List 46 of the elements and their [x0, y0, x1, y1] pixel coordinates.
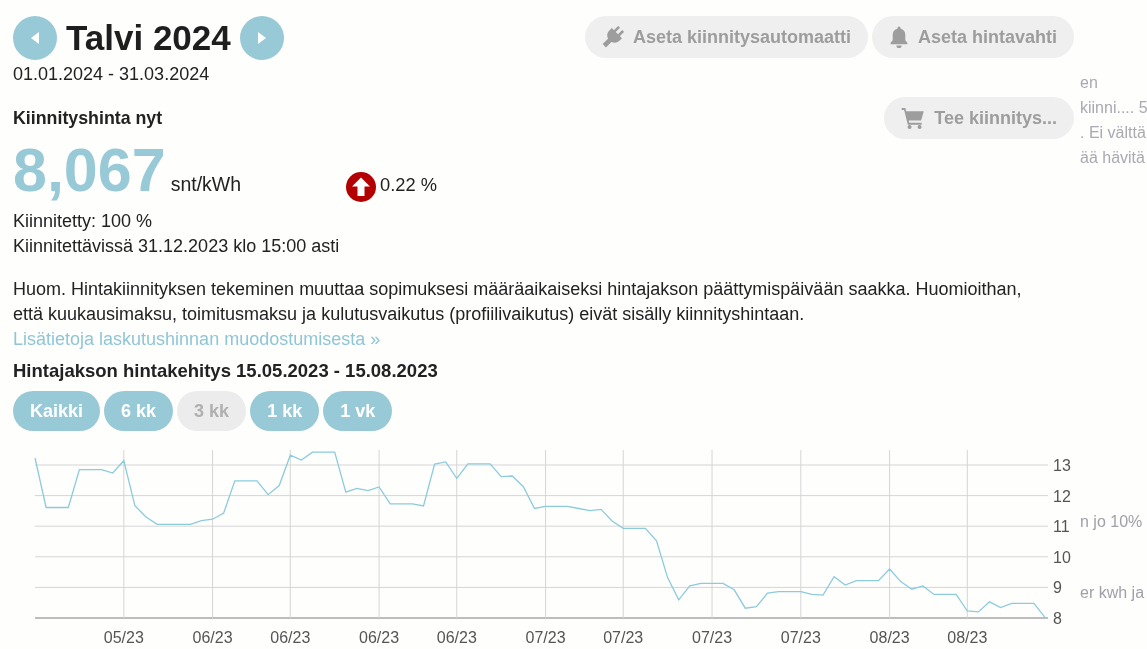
chart-title: Hintajakson hintakehitys 15.05.2023 - 15.08.2023 [13, 359, 439, 383]
range-tab[interactable]: 3 kk [177, 391, 247, 431]
axis-label: 08/23 [869, 629, 910, 646]
plug-icon [601, 26, 624, 48]
bell-icon [888, 26, 909, 48]
axis-label: 8 [1053, 610, 1062, 627]
axis-label: 13 [1053, 457, 1071, 474]
faded-text: n jo 10% [1080, 512, 1143, 532]
axis-label: 06/23 [270, 629, 311, 646]
axis-label: 06/23 [192, 629, 233, 646]
axis-label: 11 [1053, 518, 1070, 536]
axis-label: 07/23 [692, 629, 733, 646]
previous-button[interactable] [13, 16, 57, 60]
axis-label: 9 [1053, 579, 1062, 597]
caret-right-icon [257, 32, 266, 44]
faded-text: . Ei välttä [1080, 123, 1146, 143]
notice-text: Huom. Hintakiinnityksen tekeminen muuttaa sopimuksesi määräaikaiseksi hintajakson päättymispäivään saakka. Huomioithan, että kuukausimaksu, toimitusmaksu ja kulutusvaikutus (profiilivaikutus) eivät sisälly kiinnityshintaan. [13, 278, 1023, 326]
axis-label: 05/23 [103, 629, 144, 646]
section-heading: Kiinnityshinta nyt [13, 106, 163, 130]
price-unit: snt/kWh [170, 172, 242, 197]
fixed-share-text: Kiinnitetty: 100 % [13, 210, 154, 233]
axis-label: 07/23 [780, 629, 821, 646]
faded-text: ää hävitä [1080, 148, 1145, 168]
info-link[interactable]: Lisätietoja laskutushinnan muodostumisesta » [13, 329, 381, 349]
faded-text: er kwh ja [1080, 583, 1145, 603]
axis-label: 10 [1053, 548, 1071, 566]
axis-label: 12 [1053, 487, 1071, 505]
date-range: 01.01.2024 - 31.03.2024 [13, 64, 211, 84]
faded-text: en [1080, 73, 1098, 93]
page-title: Talvi 2024 [66, 17, 231, 59]
axis-label: 08/23 [947, 629, 988, 646]
axis-label: 06/23 [359, 629, 400, 646]
axis-label: 06/23 [436, 629, 477, 646]
cart-icon [901, 107, 926, 129]
faded-text: kiinni.... 5 [1080, 98, 1147, 118]
caret-left-icon [31, 32, 39, 44]
range-tab[interactable]: Kaikki [13, 391, 101, 431]
price-value: 8,067 [13, 141, 166, 199]
axis-label: 07/23 [603, 629, 644, 646]
axis-label: 07/23 [525, 629, 566, 646]
price-change: 0.22 % [380, 173, 437, 197]
deadline-text: Kiinnitettävissä 31.12.2023 klo 15:00 asti [13, 235, 341, 258]
range-tab[interactable]: 6 kk [104, 391, 174, 431]
range-tab[interactable]: 1 vk [323, 391, 393, 431]
range-tab[interactable]: 1 kk [250, 391, 320, 431]
next-button[interactable] [239, 16, 284, 60]
